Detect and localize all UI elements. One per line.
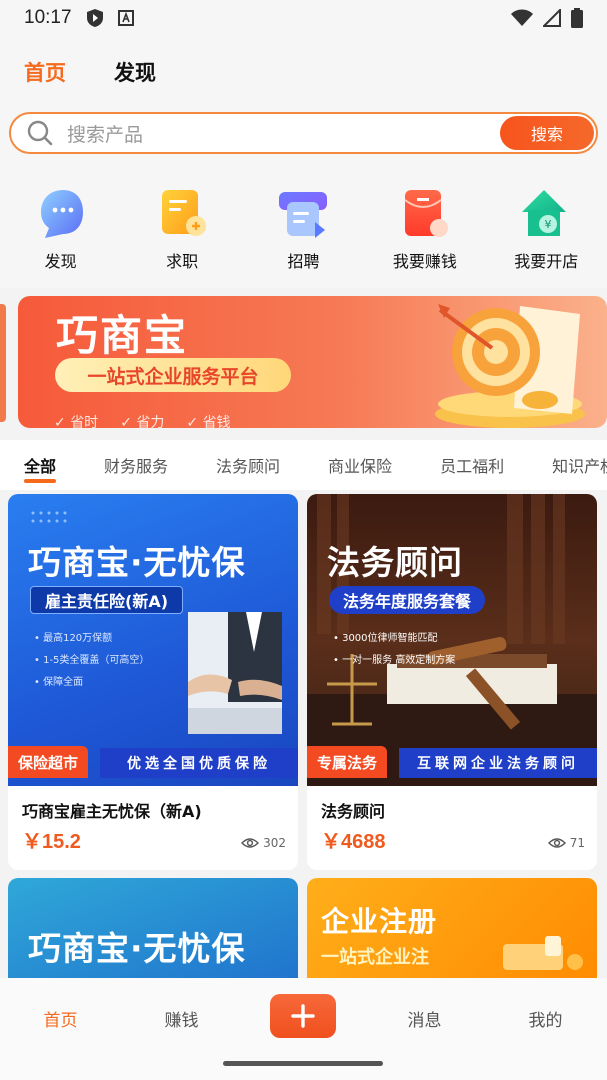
product-card-legal[interactable]: 法务顾问 法务年度服务套餐 • 3000位律师智能匹配 • 一对一服务 高效定制… [307, 494, 597, 870]
product-image: 法务顾问 法务年度服务套餐 • 3000位律师智能匹配 • 一对一服务 高效定制… [307, 494, 597, 786]
quick-action-label: 我要开店 [514, 252, 579, 271]
quick-action-earn[interactable]: 我要赚钱 [364, 160, 485, 288]
image-bullets: • 最高120万保额 • 1-5类全覆盖（可高空） • 保障全面 [34, 633, 150, 688]
signal-icon [543, 9, 561, 27]
nav-home[interactable]: 首页 [0, 1006, 121, 1031]
search-icon [27, 120, 53, 146]
image-strip: 互联网企业法务顾问 [399, 748, 597, 778]
product-image: 巧商宝·无忧保 雇主责任险(新A) • 最高120万保额 • 1-5类全覆盖（可… [8, 494, 298, 786]
category-tab-all[interactable]: 全部 [24, 453, 57, 483]
red-envelope-icon [404, 190, 448, 237]
font-a-icon [117, 10, 134, 26]
product-card-insurance-2[interactable]: 巧商宝·无忧保 [8, 878, 298, 978]
quick-action-row: 发现 求职 招聘 我要赚钱 ¥ 我要开店 [0, 160, 607, 288]
resume-icon [162, 190, 207, 236]
quick-action-job-seek[interactable]: 求职 [122, 160, 243, 288]
product-feed: 巧商宝·无忧保 雇主责任险(新A) • 最高120万保额 • 1-5类全覆盖（可… [0, 490, 607, 978]
target-illustration [435, 304, 585, 428]
banner-tags: ✓ 省时 ✓ 省力 ✓ 省钱 [54, 412, 231, 428]
shop-house-icon: ¥ [522, 190, 567, 236]
card-body: 巧商宝雇主无忧保（新A) ￥15.2 302 [8, 786, 298, 870]
home-indicator[interactable] [223, 1061, 383, 1066]
search-placeholder: 搜索产品 [67, 123, 144, 146]
image-title: 巧商宝·无忧保 [28, 543, 246, 582]
quick-action-recruit[interactable]: 招聘 [243, 160, 364, 288]
search-button[interactable]: 搜索 [500, 116, 594, 150]
quick-action-open-shop[interactable]: ¥ 我要开店 [486, 160, 607, 288]
quick-action-label: 求职 [166, 252, 199, 271]
image-subtitle: 雇主责任险(新A) [30, 586, 184, 614]
product-image: 巧商宝·无忧保 [8, 878, 298, 978]
product-card-company-registration[interactable]: 企业注册 一站式企业注 [307, 878, 597, 978]
product-price: ￥15.2 [22, 831, 81, 853]
category-tab-insurance[interactable]: 商业保险 [328, 453, 392, 477]
tab-discover[interactable]: 发现 [114, 57, 156, 87]
nav-mine[interactable]: 我的 [485, 1006, 606, 1031]
image-tag: 保险超市 [8, 746, 89, 778]
image-title: 巧商宝·无忧保 [28, 929, 246, 968]
product-title: 法务顾问 [321, 802, 386, 821]
search-input[interactable]: 搜索产品 搜索 [9, 112, 598, 154]
category-tab-finance[interactable]: 财务服务 [104, 453, 168, 477]
recruit-icon [279, 192, 328, 238]
handshake-photo [188, 612, 282, 734]
quick-action-label: 我要赚钱 [392, 252, 457, 271]
chat-bubble-icon [40, 190, 83, 238]
banner-subtitle: 一站式企业服务平台 [55, 358, 291, 392]
publish-button[interactable] [270, 994, 336, 1038]
status-bar: 10:17 [0, 0, 607, 36]
product-card-insurance[interactable]: 巧商宝·无忧保 雇主责任险(新A) • 最高120万保额 • 1-5类全覆盖（可… [8, 494, 298, 870]
eye-icon [241, 838, 260, 848]
view-count: 302 [241, 836, 286, 850]
quick-action-label: 发现 [44, 252, 77, 271]
plus-icon [291, 1004, 315, 1028]
shield-play-icon [86, 9, 103, 27]
top-tab-bar: 首页 发现 [0, 36, 607, 108]
dot-pattern [31, 511, 67, 523]
product-title: 巧商宝雇主无忧保（新A) [22, 802, 202, 821]
search-row: 搜索产品 搜索 [0, 108, 607, 160]
banner-prev-peek [0, 304, 6, 422]
image-subtitle: 法务年度服务套餐 [329, 586, 486, 614]
card-body: 法务顾问 ￥4688 71 [307, 786, 597, 870]
view-count: 71 [547, 836, 585, 850]
promo-banner[interactable]: 巧商宝 一站式企业服务平台 ✓ 省时 ✓ 省力 ✓ 省钱 [18, 296, 607, 428]
status-time: 10:17 [24, 7, 72, 28]
category-tab-bar: 全部 财务服务 法务顾问 商业保险 员工福利 知识产权 [0, 440, 607, 490]
nav-messages[interactable]: 消息 [364, 1006, 485, 1031]
bottom-nav: 首页 赚钱 消息 我的 [0, 978, 607, 1080]
category-tab-ip[interactable]: 知识产权 [552, 453, 607, 477]
product-price: ￥4688 [321, 831, 386, 853]
eye-icon [547, 838, 566, 848]
category-tab-legal[interactable]: 法务顾问 [216, 453, 280, 477]
image-tag: 专属法务 [307, 746, 388, 778]
quick-action-discover[interactable]: 发现 [0, 160, 121, 288]
svg-text:¥: ¥ [545, 218, 552, 231]
image-strip: 优选全国优质保险 [100, 748, 298, 778]
image-title: 法务顾问 [327, 543, 463, 582]
registration-illustration [503, 936, 583, 970]
quick-action-label: 招聘 [287, 252, 320, 271]
banner-tag: ✓ 省时 [54, 415, 99, 428]
nav-earn[interactable]: 赚钱 [121, 1006, 242, 1031]
banner-title: 巧商宝 [56, 311, 189, 360]
tab-home[interactable]: 首页 [24, 57, 66, 87]
category-tab-welfare[interactable]: 员工福利 [440, 453, 504, 477]
image-bullets: • 3000位律师智能匹配 • 一对一服务 高效定制方案 [333, 633, 456, 666]
banner-tag: ✓ 省钱 [186, 415, 231, 428]
wifi-icon [511, 9, 533, 26]
battery-icon [571, 8, 583, 28]
banner-tag: ✓ 省力 [120, 415, 165, 428]
image-subtitle: 一站式企业注 [321, 947, 429, 968]
image-title: 企业注册 [321, 905, 438, 938]
product-image: 企业注册 一站式企业注 [307, 878, 597, 978]
